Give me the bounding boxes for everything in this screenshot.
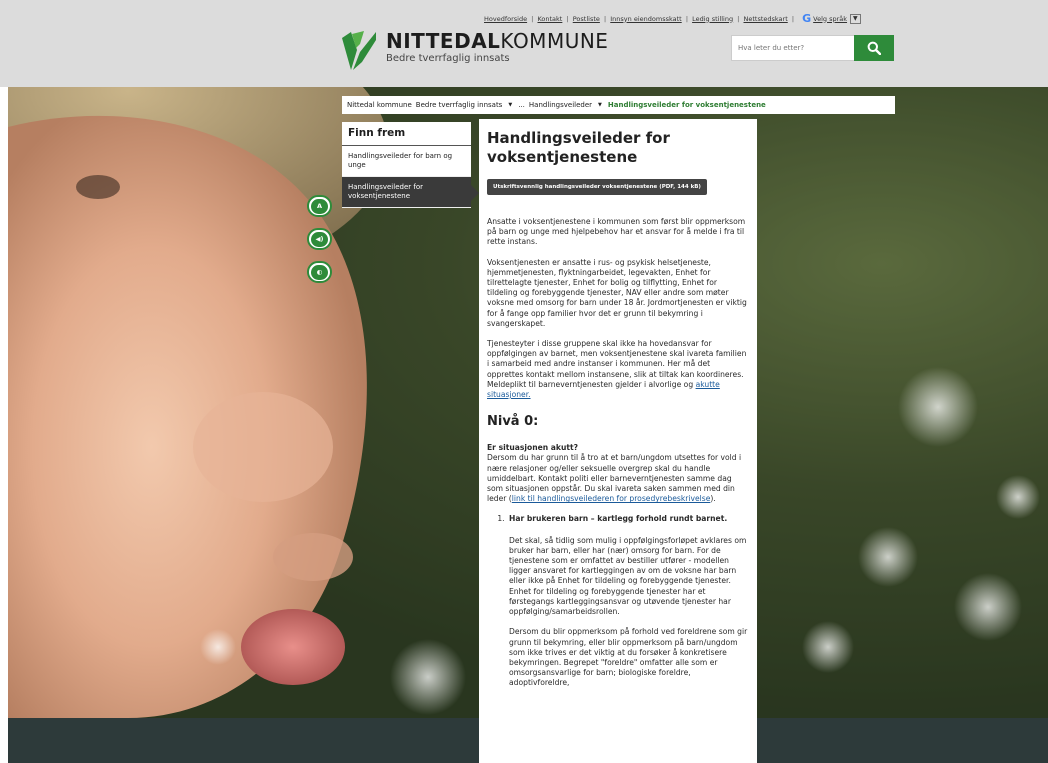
chevron-down-icon[interactable]: ▼: [508, 102, 512, 108]
breadcrumb-ellipsis[interactable]: ...: [518, 101, 525, 109]
list-item: Har brukeren barn – kartlegg forhold run…: [507, 514, 749, 688]
top-link-ledig-stilling[interactable]: Ledig stilling: [692, 15, 733, 23]
breadcrumb-current: Handlingsveileder for voksentjenestene: [607, 101, 766, 109]
text-size-button[interactable]: A: [307, 195, 332, 217]
section-heading-niva-0: Nivå 0:: [487, 414, 539, 430]
breadcrumb-item-home[interactable]: Nittedal kommune: [347, 101, 412, 109]
translate-widget[interactable]: G Velg språk ▼: [802, 12, 861, 25]
speaker-icon: ◀): [311, 231, 328, 247]
dropdown-arrow-icon[interactable]: ▼: [850, 13, 861, 24]
breadcrumb: Nittedal kommune Bedre tverrfaglig innsa…: [342, 96, 895, 114]
brand-name: NITTEDALKOMMUNE: [386, 29, 609, 53]
contrast-button[interactable]: ◐: [307, 261, 332, 283]
main-content: Handlingsveileder for voksentjenestene U…: [479, 119, 757, 763]
municipality-logo-icon[interactable]: [342, 30, 376, 74]
page-title: Handlingsveileder for voksentjenestene: [487, 129, 670, 166]
page-gutter: [0, 87, 8, 763]
sidenav-item-barn-og-unge[interactable]: Handlingsveileder for barn og unge: [342, 146, 471, 177]
read-aloud-button[interactable]: ◀): [307, 228, 332, 250]
list-item-paragraph: Dersom du blir oppmerksom på forhold ved…: [509, 627, 748, 688]
brand-tagline: Bedre tverrfaglig innsats: [386, 53, 510, 64]
text-size-icon: A: [311, 198, 328, 214]
pdf-download-button[interactable]: Utskriftsvennlig handlingsveileder vokse…: [487, 179, 707, 195]
search-input[interactable]: [731, 35, 854, 61]
page: Hovedforside | Kontakt | Postliste | Inn…: [0, 0, 1048, 763]
paragraph-akutt: Er situasjonen akutt? Dersom du har grunn…: [487, 443, 742, 504]
top-link-nettstedskart[interactable]: Nettstedskart: [744, 15, 788, 23]
breadcrumb-item-handlingsveileder[interactable]: Handlingsveileder: [529, 101, 592, 109]
top-link-hovedforside[interactable]: Hovedforside: [484, 15, 527, 23]
side-navigation: Finn frem Handlingsveileder for barn og …: [342, 122, 479, 208]
intro-paragraph: Ansatte i voksentjenestene i kommunen so…: [487, 217, 746, 247]
top-links: Hovedforside | Kontakt | Postliste | Inn…: [484, 12, 861, 25]
search-icon: [867, 41, 881, 55]
sidenav-title: Finn frem: [342, 122, 471, 146]
breadcrumb-item-bedre-tverrfaglig[interactable]: Bedre tverrfaglig innsats: [416, 101, 503, 109]
sidenav-item-voksentjenestene[interactable]: Handlingsveileder for voksentjenestene: [342, 177, 479, 208]
contrast-icon: ◐: [311, 264, 328, 280]
list-item-paragraph: Det skal, så tidlig som mulig i oppfølgi…: [509, 535, 747, 617]
prosedyre-link[interactable]: link til handlingsveilederen for prosedy…: [512, 494, 711, 503]
top-link-kontakt[interactable]: Kontakt: [537, 15, 562, 23]
search-box: [731, 35, 894, 61]
list-item-heading: Har brukeren barn – kartlegg forhold run…: [509, 514, 728, 524]
chevron-down-icon[interactable]: ▼: [598, 102, 602, 108]
google-g-icon: G: [802, 12, 812, 25]
steps-list: Har brukeren barn – kartlegg forhold run…: [487, 514, 749, 688]
paragraph-voksentjenesten: Voksentjenesten er ansatte i rus- og psy…: [487, 257, 747, 328]
search-button[interactable]: [854, 35, 894, 61]
brand[interactable]: NITTEDALKOMMUNE Bedre tverrfaglig innsat…: [386, 30, 608, 65]
translate-link[interactable]: Velg språk: [813, 15, 847, 23]
top-link-innsyn[interactable]: Innsyn eiendomsskatt: [610, 15, 681, 23]
paragraph-tjenesteyter: Tjenesteyter i disse gruppene skal ikke …: [487, 339, 747, 400]
site-header: Hovedforside | Kontakt | Postliste | Inn…: [0, 0, 1048, 87]
top-link-postliste[interactable]: Postliste: [573, 15, 600, 23]
